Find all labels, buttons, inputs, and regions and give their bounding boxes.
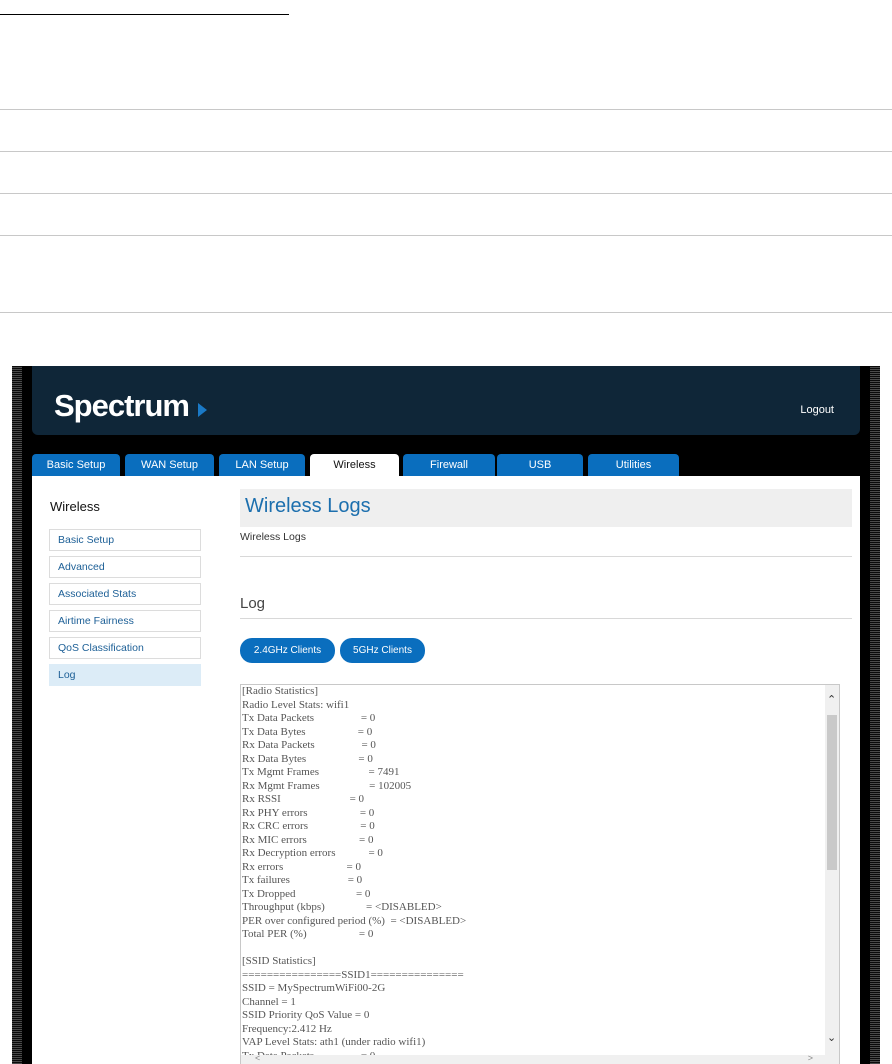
logout-link[interactable]: Logout bbox=[800, 404, 834, 416]
scroll-left-icon[interactable]: < bbox=[255, 1053, 260, 1063]
tab-lan-setup[interactable]: LAN Setup bbox=[219, 454, 305, 476]
horizontal-scrollbar[interactable]: < > bbox=[241, 1053, 825, 1064]
page-subtitle: Wireless Logs bbox=[240, 531, 306, 543]
divider bbox=[0, 235, 892, 236]
page-title-bar: Wireless Logs bbox=[240, 489, 852, 527]
divider bbox=[0, 312, 892, 313]
sidebar-item-airtime-fairness[interactable]: Airtime Fairness bbox=[49, 610, 201, 632]
router-screenshot: Spectrum Logout Basic Setup WAN Setup LA… bbox=[12, 366, 880, 1064]
log-text: [Radio Statistics] Radio Level Stats: wi… bbox=[242, 685, 467, 1062]
scroll-down-icon[interactable]: ⌄ bbox=[827, 1031, 836, 1044]
logo-arrow-icon bbox=[198, 403, 207, 417]
brand-logo: Spectrum bbox=[54, 388, 190, 423]
divider bbox=[240, 618, 852, 619]
tab-basic-setup[interactable]: Basic Setup bbox=[32, 454, 120, 476]
tab-firewall[interactable]: Firewall bbox=[403, 454, 495, 476]
sidebar-item-advanced[interactable]: Advanced bbox=[49, 556, 201, 578]
top-underline bbox=[0, 14, 289, 15]
clients-5ghz-button[interactable]: 5GHz Clients bbox=[340, 638, 425, 663]
tab-usb[interactable]: USB bbox=[497, 454, 583, 476]
clients-2-4ghz-button[interactable]: 2.4GHz Clients bbox=[240, 638, 335, 663]
divider bbox=[0, 109, 892, 110]
app-header: Spectrum Logout bbox=[32, 366, 860, 435]
scroll-right-icon[interactable]: > bbox=[808, 1053, 813, 1063]
tab-utilities[interactable]: Utilities bbox=[588, 454, 679, 476]
sidebar-item-associated-stats[interactable]: Associated Stats bbox=[49, 583, 201, 605]
sidebar-title: Wireless bbox=[50, 499, 100, 514]
tab-wireless[interactable]: Wireless bbox=[310, 454, 399, 476]
content-panel: Wireless Basic Setup Advanced Associated… bbox=[32, 476, 860, 1064]
divider bbox=[0, 193, 892, 194]
sidebar-item-basic-setup[interactable]: Basic Setup bbox=[49, 529, 201, 551]
log-textarea[interactable]: [Radio Statistics] Radio Level Stats: wi… bbox=[240, 684, 840, 1064]
vertical-scrollbar[interactable]: ⌃ ⌄ bbox=[825, 685, 839, 1064]
divider bbox=[240, 556, 852, 557]
sidebar-item-qos-classification[interactable]: QoS Classification bbox=[49, 637, 201, 659]
scrollbar-thumb[interactable] bbox=[827, 715, 837, 870]
sidebar-item-log[interactable]: Log bbox=[49, 664, 201, 686]
scroll-up-icon[interactable]: ⌃ bbox=[827, 693, 836, 706]
frame-edge-right bbox=[870, 366, 880, 1064]
frame-edge-left bbox=[12, 366, 22, 1064]
section-title: Log bbox=[240, 595, 266, 612]
divider bbox=[0, 151, 892, 152]
page-title: Wireless Logs bbox=[245, 495, 371, 517]
tab-wan-setup[interactable]: WAN Setup bbox=[125, 454, 214, 476]
